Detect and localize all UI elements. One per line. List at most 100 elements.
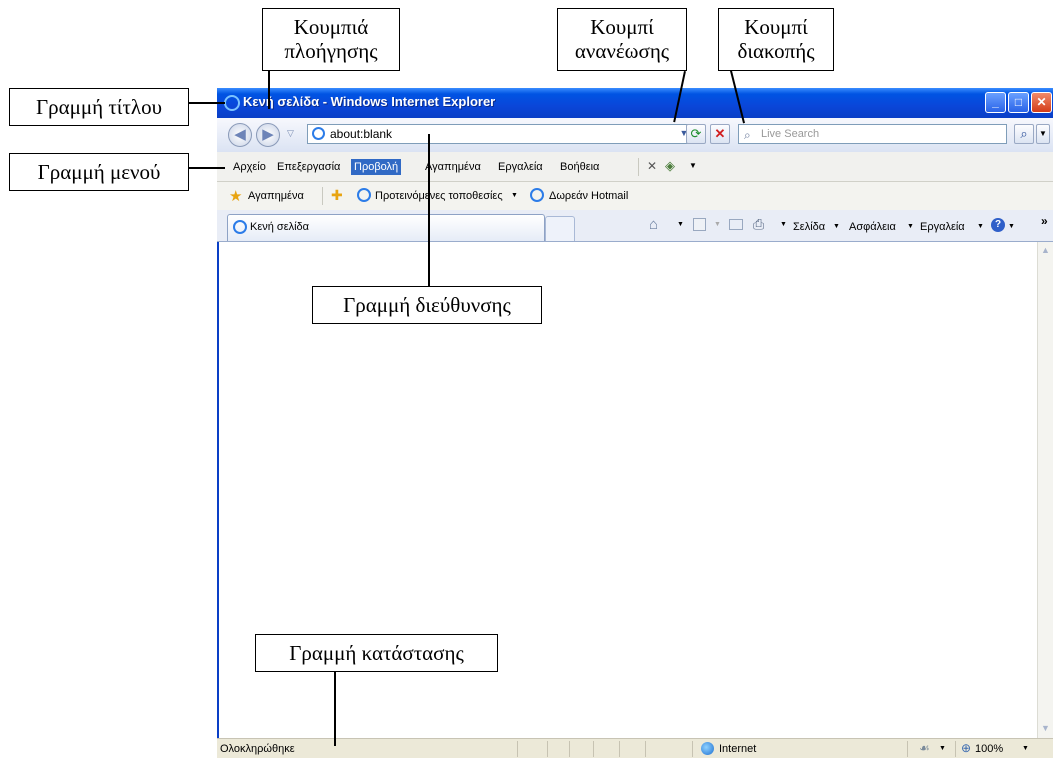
feeds-dropdown-icon[interactable]: ▼: [714, 221, 721, 228]
favorites-button[interactable]: Αγαπημένα: [248, 189, 304, 203]
address-input[interactable]: about:blank: [307, 124, 693, 144]
menu-bar: Αρχείο Επεξεργασία Προβολή Αγαπημένα Εργ…: [217, 152, 1053, 182]
home-dropdown-icon[interactable]: ▼: [677, 221, 684, 228]
leader-line: [189, 102, 225, 104]
status-bar: Ολοκληρώθηκε Internet ☙ ▼ ⊕ 100% ▼: [217, 738, 1053, 758]
status-separator: [569, 741, 570, 757]
menu-tools[interactable]: Εργαλεία: [495, 159, 546, 175]
callout-text: Κουμπιά: [293, 15, 369, 39]
favorites-star-icon: ★: [229, 188, 243, 205]
menu-view[interactable]: Προβολή: [351, 159, 402, 175]
add-favorites-icon[interactable]: ✚: [331, 187, 343, 204]
more-commands-icon[interactable]: »: [1041, 214, 1048, 228]
menu-favorites[interactable]: Αγαπημένα: [422, 159, 484, 175]
protected-mode-icon[interactable]: ☙: [919, 741, 930, 755]
status-separator: [907, 741, 908, 757]
tools-menu[interactable]: Εργαλεία: [920, 220, 965, 234]
maximize-button[interactable]: □: [1008, 92, 1029, 113]
window-title: Κενή σελίδα - Windows Internet Explorer: [243, 94, 496, 109]
callout-text: Κουμπί: [590, 15, 654, 39]
security-zone: Internet: [719, 743, 757, 755]
zoom-level[interactable]: 100%: [975, 742, 1003, 756]
search-placeholder: Live Search: [761, 128, 820, 140]
callout-text: διακοπής: [737, 39, 815, 63]
status-separator: [645, 741, 646, 757]
stop-button[interactable]: ✕: [710, 124, 730, 144]
title-bar: Κενή σελίδα - Windows Internet Explorer …: [217, 88, 1053, 118]
leader-line: [334, 672, 336, 746]
status-separator: [547, 741, 548, 757]
callout-text: Γραμμή μενού: [37, 160, 161, 184]
zoom-dropdown-icon[interactable]: ▼: [1022, 745, 1029, 752]
callout-text: πλοήγησης: [284, 39, 378, 63]
scroll-down-icon[interactable]: ▼: [1040, 723, 1051, 734]
address-bar: ◀ ▶ ▽ about:blank ▼ ⟳ ✕ ⌕ Live Search ⌕ …: [217, 118, 1053, 152]
mail-icon[interactable]: [729, 219, 743, 230]
callout-stop-button: Κουμπί διακοπής: [718, 8, 834, 71]
dropdown-arrow-icon[interactable]: ▼: [689, 161, 697, 170]
recent-pages-dropdown-icon[interactable]: ▽: [287, 128, 294, 139]
page-dropdown-icon[interactable]: ▼: [833, 223, 840, 230]
tools-dropdown-icon[interactable]: ▼: [977, 223, 984, 230]
vertical-scrollbar[interactable]: ▲ ▼: [1037, 242, 1053, 738]
leader-line: [428, 134, 430, 286]
menu-help[interactable]: Βοήθεια: [557, 159, 602, 175]
minimize-button[interactable]: _: [985, 92, 1006, 113]
status-separator: [517, 741, 518, 757]
translate-icon[interactable]: ◈: [665, 158, 675, 174]
tab-blank-page[interactable]: Κενή σελίδα: [227, 214, 545, 241]
suggested-sites-dropdown-icon[interactable]: ▼: [511, 192, 518, 199]
favorites-bar: ★ Αγαπημένα ✚ Προτεινόμενες τοποθεσίες ▼…: [217, 182, 1053, 210]
close-button[interactable]: ✕: [1031, 92, 1052, 113]
page-menu[interactable]: Σελίδα: [793, 220, 825, 234]
status-separator: [619, 741, 620, 757]
print-icon[interactable]: ⎙: [753, 216, 764, 233]
leader-line: [189, 167, 225, 169]
refresh-button[interactable]: ⟳: [686, 124, 706, 144]
protected-mode-dropdown-icon[interactable]: ▼: [939, 745, 946, 752]
suggested-sites-icon: [357, 188, 371, 202]
status-separator: [692, 741, 693, 757]
status-separator: [955, 741, 956, 757]
suggested-sites-link[interactable]: Προτεινόμενες τοποθεσίες: [375, 189, 503, 203]
menu-separator: [638, 158, 639, 176]
search-input[interactable]: ⌕ Live Search: [738, 124, 1007, 144]
ie-logo-icon: [224, 95, 240, 111]
print-dropdown-icon[interactable]: ▼: [780, 221, 787, 228]
favbar-separator: [322, 187, 323, 205]
search-button[interactable]: ⌕: [1014, 124, 1034, 144]
new-tab-button[interactable]: [545, 216, 575, 241]
callout-refresh-button: Κουμπί ανανέωσης: [557, 8, 687, 71]
leader-line: [268, 71, 270, 109]
help-dropdown-icon[interactable]: ▼: [1008, 223, 1015, 230]
search-options-icon[interactable]: ▼: [1036, 124, 1050, 144]
hotmail-icon: [530, 188, 544, 202]
help-icon[interactable]: ?: [991, 218, 1005, 232]
callout-address-bar: Γραμμή διεύθυνσης: [312, 286, 542, 324]
callout-text: Κουμπί: [744, 15, 808, 39]
page-icon: [312, 127, 325, 140]
hotmail-link[interactable]: Δωρεάν Hotmail: [549, 189, 628, 203]
callout-text: Γραμμή διεύθυνσης: [343, 293, 511, 317]
back-button[interactable]: ◀: [228, 123, 252, 147]
callout-text: ανανέωσης: [574, 39, 670, 63]
callout-text: Γραμμή κατάστασης: [289, 641, 464, 665]
close-toolbar-icon[interactable]: ✕: [647, 159, 657, 173]
zoom-icon[interactable]: ⊕: [961, 741, 971, 755]
callout-text: Γραμμή τίτλου: [36, 95, 162, 119]
status-separator: [593, 741, 594, 757]
scroll-up-icon[interactable]: ▲: [1040, 245, 1051, 256]
safety-dropdown-icon[interactable]: ▼: [907, 223, 914, 230]
status-text: Ολοκληρώθηκε: [220, 743, 295, 755]
home-icon[interactable]: ⌂: [649, 216, 658, 233]
globe-icon: [701, 742, 714, 755]
menu-edit[interactable]: Επεξεργασία: [274, 159, 343, 175]
callout-menu-bar: Γραμμή μενού: [9, 153, 189, 191]
tab-bar: Κενή σελίδα ⌂ ▼ ▼ ⎙ ▼ Σελίδα ▼ Ασφάλεια …: [217, 210, 1053, 242]
safety-menu[interactable]: Ασφάλεια: [849, 220, 896, 234]
forward-button[interactable]: ▶: [256, 123, 280, 147]
address-value: about:blank: [330, 127, 393, 141]
feeds-icon[interactable]: [693, 218, 706, 231]
menu-file[interactable]: Αρχείο: [230, 159, 269, 175]
callout-title-bar: Γραμμή τίτλου: [9, 88, 189, 126]
